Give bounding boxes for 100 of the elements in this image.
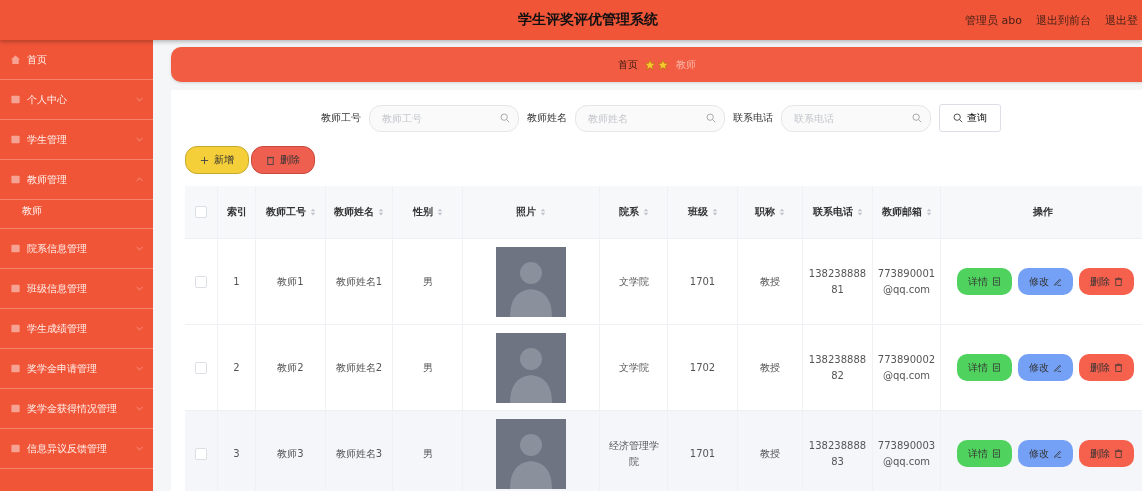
- sidebar-item[interactable]: 院系信息管理: [0, 229, 153, 269]
- column-header[interactable]: 职称: [755, 205, 775, 219]
- menu-icon: [10, 443, 21, 454]
- search-icon: [912, 112, 922, 123]
- menu-icon: [10, 94, 21, 105]
- column-header[interactable]: 教师邮箱: [881, 205, 922, 219]
- pencil-icon: [1053, 449, 1062, 458]
- pencil-icon: [1053, 363, 1062, 372]
- table-cell-text: 教授: [760, 360, 780, 375]
- sidebar-item[interactable]: 教师管理: [0, 160, 153, 200]
- sidebar-item[interactable]: 首页: [0, 40, 153, 80]
- field-label: 教师姓名: [527, 111, 567, 125]
- sort-icon[interactable]: [856, 207, 863, 217]
- table-cell-text: 男: [422, 274, 433, 289]
- delete-button[interactable]: 删除: [251, 146, 315, 174]
- sidebar-item[interactable]: 学生成绩管理: [0, 309, 153, 349]
- photo-placeholder: [496, 418, 566, 489]
- table-cell-text: 1: [233, 274, 240, 289]
- detail-button[interactable]: 详情: [957, 440, 1012, 467]
- sort-icon[interactable]: [642, 207, 649, 217]
- search-button[interactable]: 查询: [939, 104, 1001, 132]
- table-cell-text: 2: [233, 360, 240, 375]
- detail-button[interactable]: 详情: [957, 354, 1012, 381]
- sort-icon[interactable]: [540, 207, 546, 217]
- row-checkbox[interactable]: [195, 275, 207, 288]
- table-cell-text: 教师姓名2: [335, 360, 383, 375]
- table-cell-text: 773890002@qq.com: [877, 352, 936, 383]
- menu-icon: [10, 174, 21, 185]
- table-cell-text: 1701: [689, 446, 716, 461]
- photo-placeholder: [496, 332, 566, 403]
- delete-button[interactable]: 删除: [1079, 440, 1134, 467]
- table-cell-text: 773890001@qq.com: [877, 266, 936, 297]
- document-icon: [992, 277, 1001, 286]
- stars-separator-icon: [643, 58, 670, 71]
- table-cell-text: 773890003@qq.com: [877, 438, 936, 469]
- sidebar-item[interactable]: 信息异议反馈管理: [0, 429, 153, 469]
- table-cell-text: 教师姓名1: [335, 274, 383, 289]
- delete-button[interactable]: 删除: [1079, 268, 1134, 295]
- sort-icon[interactable]: [309, 207, 316, 217]
- sort-icon[interactable]: [711, 207, 718, 217]
- table-cell-text: 1702: [689, 360, 716, 375]
- plus-icon: [200, 155, 209, 165]
- column-header[interactable]: 照片: [516, 205, 536, 219]
- row-checkbox[interactable]: [195, 361, 207, 374]
- edit-button[interactable]: 修改: [1018, 268, 1073, 295]
- sort-icon[interactable]: [378, 207, 384, 217]
- menu-icon: [10, 363, 21, 374]
- sidebar-subitem[interactable]: 教师: [0, 194, 153, 229]
- table-cell-text: 教授: [760, 446, 780, 461]
- column-header[interactable]: 教师工号: [265, 205, 306, 219]
- table-cell-text: 男: [422, 446, 433, 461]
- sort-icon[interactable]: [436, 207, 443, 217]
- row-checkbox[interactable]: [195, 447, 207, 460]
- search-icon: [706, 112, 716, 123]
- table-cell-text: 13823888881: [807, 266, 868, 297]
- table-cell-text: 文学院: [618, 274, 649, 289]
- sort-icon[interactable]: [925, 207, 932, 217]
- menu-icon: [10, 323, 21, 334]
- pencil-icon: [1053, 277, 1062, 286]
- menu-icon: [10, 403, 21, 414]
- column-header[interactable]: 性别: [412, 205, 433, 219]
- table-cell-text: 1701: [689, 274, 716, 289]
- sidebar-item[interactable]: 个人中心: [0, 80, 153, 120]
- sidebar-item[interactable]: 奖学金获得情况管理: [0, 389, 153, 429]
- header-link[interactable]: 退出到前台: [1036, 12, 1091, 28]
- home-icon: [10, 54, 21, 65]
- delete-button[interactable]: 删除: [1079, 354, 1134, 381]
- table-cell-text: 教师姓名3: [335, 446, 383, 461]
- menu-icon: [10, 243, 21, 254]
- table-cell-text: 教师3: [277, 446, 304, 461]
- column-header[interactable]: 班级: [687, 205, 708, 219]
- table-cell-text: 13823888882: [807, 352, 868, 383]
- trash-icon: [266, 155, 275, 165]
- sort-icon[interactable]: [779, 207, 785, 217]
- sidebar-item[interactable]: 奖学金申请管理: [0, 349, 153, 389]
- user-label: 管理员 abo: [965, 12, 1022, 28]
- document-icon: [992, 449, 1001, 458]
- trash-icon: [1114, 449, 1123, 458]
- field-label: 教师工号: [321, 111, 361, 125]
- column-header[interactable]: 联系电话: [812, 205, 853, 219]
- table-cell-text: 教师1: [277, 274, 304, 289]
- trash-icon: [1114, 277, 1123, 286]
- column-header[interactable]: 院系: [618, 205, 639, 219]
- column-header[interactable]: 索引: [226, 205, 247, 219]
- select-all-checkbox[interactable]: [195, 206, 207, 218]
- table-cell-text: 教师2: [277, 360, 304, 375]
- column-header[interactable]: 操作: [1032, 205, 1053, 219]
- breadcrumb-link[interactable]: 首页: [617, 57, 638, 72]
- edit-button[interactable]: 修改: [1018, 440, 1073, 467]
- table-cell-text: 文学院: [618, 360, 649, 375]
- header-link[interactable]: 退出登: [1105, 12, 1138, 28]
- detail-button[interactable]: 详情: [957, 268, 1012, 295]
- app-title: 学生评奖评优管理系统: [518, 11, 658, 29]
- add-button[interactable]: 新增: [185, 146, 249, 174]
- sidebar-item[interactable]: 学生管理: [0, 120, 153, 160]
- search-icon: [953, 113, 963, 123]
- sidebar-item[interactable]: 班级信息管理: [0, 269, 153, 309]
- table-cell-text: 3: [233, 446, 240, 461]
- edit-button[interactable]: 修改: [1018, 354, 1073, 381]
- column-header[interactable]: 教师姓名: [334, 205, 374, 219]
